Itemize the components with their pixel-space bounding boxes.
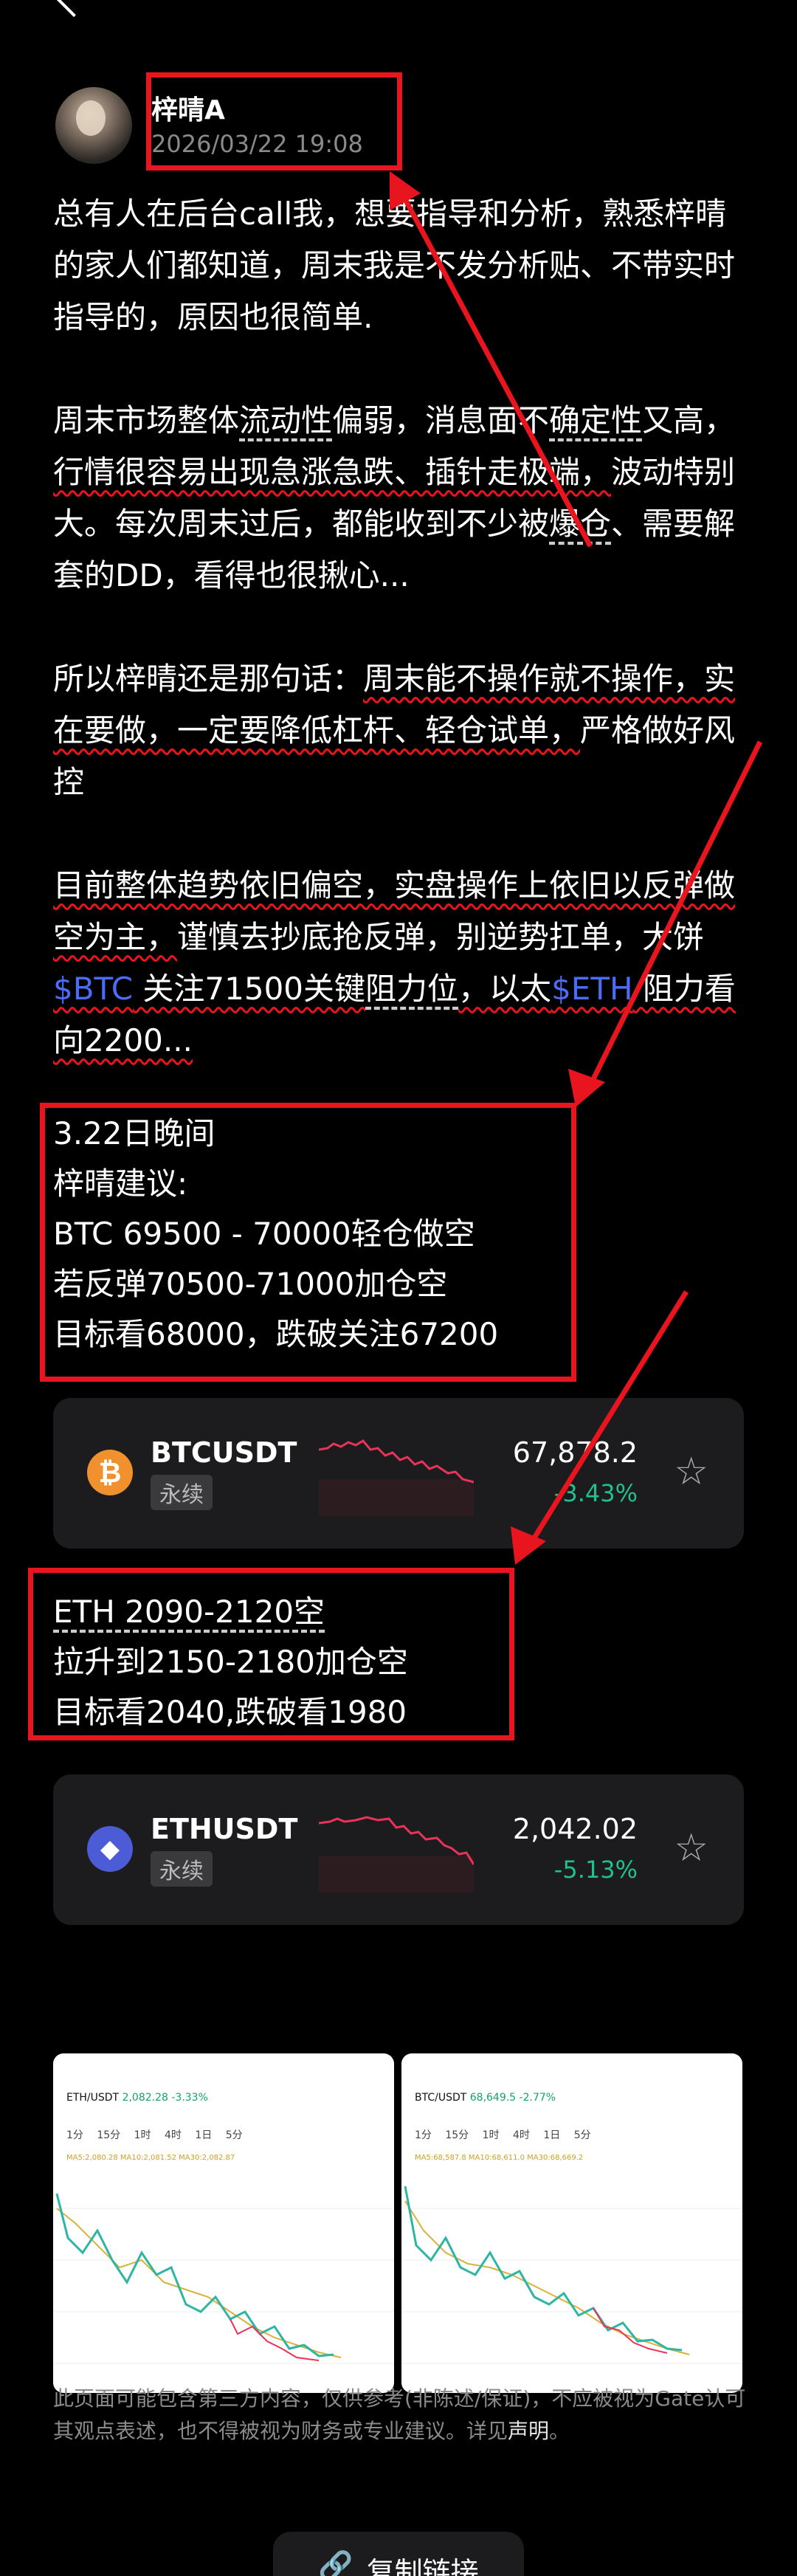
screenshot-header: BTC/USDT 68,649.5 -2.77%	[415, 2092, 556, 2104]
market-card-btc[interactable]: ₿ BTCUSDT 永续 67,878.2 -3.43% ☆	[53, 1398, 744, 1549]
term-liquidation[interactable]: 爆仓	[549, 506, 611, 542]
bitcoin-icon: ₿	[87, 1450, 133, 1495]
card-change: -3.43%	[553, 1479, 638, 1507]
card-price: 67,878.2	[512, 1436, 638, 1469]
favorite-star-icon[interactable]: ☆	[674, 1453, 708, 1491]
term-liquidity[interactable]: 流动性	[239, 402, 332, 438]
disclaimer-link[interactable]: 声明	[508, 2419, 549, 2443]
card-tag: 永续	[151, 1851, 213, 1887]
favorite-star-icon[interactable]: ☆	[674, 1829, 708, 1867]
card-symbol: ETHUSDT	[151, 1813, 298, 1845]
chart-screenshot-eth[interactable]: ETH/USDT 2,082.28 -3.33% 1分 15分 1时 4时 1日…	[53, 2053, 394, 2393]
card-tag: 永续	[151, 1475, 213, 1510]
post-body: 总有人在后台call我，想要指导和分析，熟悉梓晴的家人们都知道，周末我是不发分析…	[53, 188, 754, 1118]
ticker-link-btc[interactable]: $BTC	[53, 971, 133, 1007]
candlestick-chart-image	[401, 2186, 742, 2364]
term-resistance[interactable]: 阻力位	[365, 971, 458, 1007]
chart-screenshot-btc[interactable]: BTC/USDT 68,649.5 -2.77% 1分 15分 1时 4时 1日…	[401, 2053, 742, 2393]
link-icon: 🔗	[318, 2549, 353, 2576]
market-card-eth[interactable]: ◆ ETHUSDT 永续 2,042.02 -5.13% ☆	[53, 1774, 744, 1925]
card-price: 2,042.02	[512, 1813, 638, 1845]
sparkline-chart	[319, 1439, 474, 1516]
screenshot-ma: MA5:2,080.28 MA10:2,081.52 MA30:2,082.87	[66, 2154, 235, 2162]
card-symbol: BTCUSDT	[151, 1436, 297, 1469]
screenshot-timeframes: 1分 15分 1时 4时 1日 5分	[415, 2129, 591, 2141]
ethereum-icon: ◆	[87, 1826, 133, 1872]
annotation-box-eth-signal	[28, 1568, 514, 1740]
disclaimer: 此页面可能包含第三方内容，仅供参考(非陈述/保证)，不应被视为Gate认可其观点…	[53, 2386, 746, 2443]
paragraph-4: 目前整体趋势依旧偏空，实盘操作上依旧以反弹做空为主，谨慎去抄底抢反弹，别逆势扛单…	[53, 867, 736, 1058]
card-change: -5.13%	[553, 1856, 638, 1884]
ticker-link-eth[interactable]: $ETH	[551, 971, 633, 1007]
copy-link-button[interactable]: 🔗 复制链接	[273, 2532, 524, 2576]
screenshot-timeframes: 1分 15分 1时 4时 1日 5分	[66, 2129, 243, 2141]
copy-link-label: 复制链接	[366, 2556, 479, 2576]
paragraph-2: 周末市场整体流动性偏弱，消息面不确定性又高，行情很容易出现急涨急跌、插针走极端，…	[53, 402, 736, 593]
avatar[interactable]	[55, 87, 132, 164]
screenshot-ma: MA5:68,587.8 MA10:68,611.0 MA30:68,669.2	[415, 2154, 584, 2162]
sparkline-chart	[319, 1816, 474, 1893]
candlestick-chart-image	[53, 2193, 394, 2364]
paragraph-3: 所以梓晴还是那句话：周末能不操作就不操作，实在要做，一定要降低杠杆、轻仓试单，严…	[53, 661, 736, 800]
term-certainty[interactable]: 确定性	[549, 402, 642, 438]
annotation-box-btc-signal	[40, 1103, 576, 1382]
back-chevron-icon[interactable]	[50, 0, 97, 18]
annotation-box-author	[146, 72, 402, 171]
paragraph-1: 总有人在后台call我，想要指导和分析，熟悉梓晴的家人们都知道，周末我是不发分析…	[53, 196, 736, 335]
screenshot-header: ETH/USDT 2,082.28 -3.33%	[66, 2092, 208, 2104]
